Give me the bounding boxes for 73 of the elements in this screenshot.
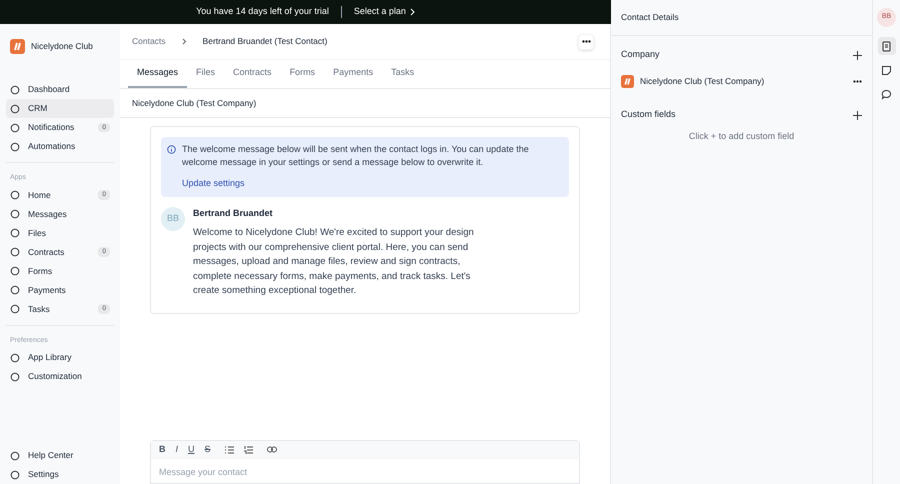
panel-tab[interactable] [878, 37, 896, 55]
circle-icon [10, 228, 20, 238]
section-heading: Custom fields [621, 108, 676, 122]
empty-hint: Click + to add custom field [688, 130, 794, 143]
more-icon [853, 80, 862, 82]
circle-icon [10, 84, 20, 94]
sidebar-item[interactable]: Forms [6, 262, 114, 280]
sidebar-item[interactable]: Payments [6, 280, 114, 300]
circle-icon [10, 304, 20, 314]
circle-icon [10, 372, 20, 382]
sidebar-item[interactable]: CRM [6, 99, 114, 118]
select-plan-link[interactable]: Select a plan [354, 5, 415, 19]
note-icon [881, 64, 892, 76]
numbered-list-icon[interactable] [244, 446, 253, 454]
circle-icon [10, 104, 20, 114]
tab[interactable]: Contracts [224, 60, 281, 88]
breadcrumb-link[interactable]: Contacts [132, 35, 166, 48]
format-button[interactable]: B [159, 442, 166, 456]
message-author: Bertrand Bruandet [193, 206, 274, 220]
tab[interactable]: Forms [280, 60, 324, 88]
panel-title: Contact Details [621, 11, 679, 24]
sidebar-item[interactable]: Automations [6, 137, 114, 156]
document-icon [881, 40, 892, 52]
info-icon [167, 145, 176, 154]
sidebar-item[interactable]: Settings [6, 465, 114, 484]
bullet-list-icon[interactable] [224, 446, 234, 454]
plus-icon [853, 50, 862, 60]
circle-icon [10, 470, 20, 480]
tab[interactable]: Files [187, 60, 224, 88]
avatar: BB [161, 206, 185, 230]
sidebar-item[interactable]: Files [6, 224, 114, 242]
message-composer[interactable]: B I U S Message your contact [150, 440, 580, 484]
company-item[interactable]: Nicelydone Club (Test Company) [640, 74, 764, 88]
logo-icon [621, 74, 634, 88]
more-button[interactable] [853, 80, 862, 82]
tab[interactable]: Tasks [382, 60, 424, 88]
circle-icon [10, 450, 20, 460]
circle-icon [10, 247, 20, 257]
update-settings-link[interactable]: Update settings [182, 177, 563, 190]
chat-bubble-icon [881, 88, 892, 100]
company-name: Nicelydone Club (Test Company) [132, 96, 256, 110]
notice-text: The welcome message below will be sent when the contact logs in. You can update the welcome message in your settings or send a message below to overwrite it. [182, 143, 530, 169]
format-button[interactable]: I [176, 442, 178, 456]
circle-icon [10, 285, 20, 295]
circle-icon [10, 266, 20, 276]
sidebar-item[interactable]: Help Center [6, 446, 114, 465]
chevron-right-icon [410, 8, 415, 16]
format-button[interactable]: U [188, 442, 195, 456]
chevron-right-icon [182, 38, 187, 45]
circle-icon [10, 122, 20, 132]
more-button[interactable] [578, 34, 594, 50]
circle-icon [10, 190, 20, 200]
sidebar-item[interactable]: Customization [6, 367, 114, 386]
trial-message: You have 14 days left of your trial [196, 5, 329, 18]
plus-icon [853, 110, 862, 120]
circle-icon [10, 352, 20, 362]
link-icon[interactable] [266, 446, 277, 452]
circle-icon [10, 142, 20, 152]
message-body: Welcome to Nicelydone Club! We're excited to support your design projects with our comprehensive client portal. Here, you can send messages, upload and manage files, review and sign contracts, complete necessary forms, make payments, and track tasks. Let's create something exceptional together. [193, 226, 475, 298]
sidebar-item[interactable]: App Library [6, 348, 114, 367]
workspace-name: Nicelydone Club [31, 40, 93, 52]
add-button[interactable] [853, 50, 862, 60]
contact-name: Bertrand Bruandet (Test Contact) [202, 35, 328, 48]
circle-icon [10, 209, 20, 219]
logo-icon [10, 38, 25, 54]
sidebar-item[interactable]: Messages [6, 204, 114, 224]
tab[interactable]: Payments [324, 60, 382, 88]
section-heading: Company [621, 48, 660, 62]
sidebar-item[interactable]: Dashboard [6, 80, 114, 99]
add-button[interactable] [853, 110, 862, 120]
more-icon [582, 40, 590, 43]
format-button[interactable]: S [204, 442, 211, 456]
tab[interactable]: Messages [128, 60, 188, 88]
